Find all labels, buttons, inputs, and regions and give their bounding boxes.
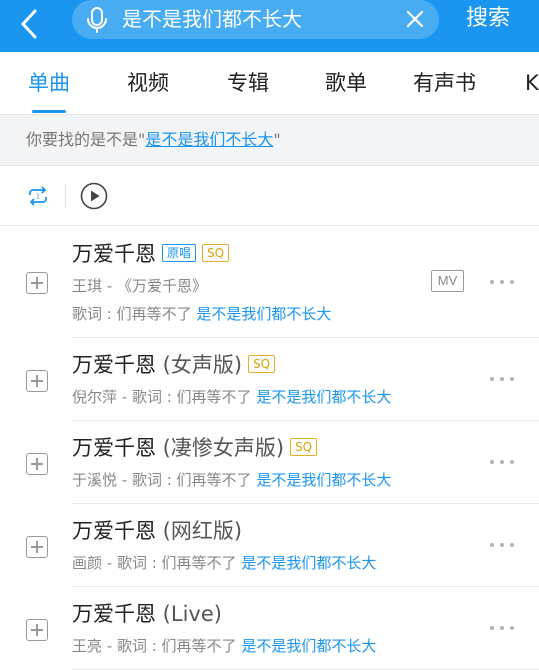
song-artist-album: 王琪 - 《万爱千恩》 — [72, 277, 207, 295]
song-row[interactable]: 万爱千恩 原唱 SQ 王琪 - 《万爱千恩》 歌词 : 们再等不了 是不是我们都不长大 M… — [0, 226, 539, 338]
add-to-playlist-icon[interactable] — [26, 370, 48, 392]
song-artist-lyric: 画颜 - 歌词 : 们再等不了 是不是我们都不长大 — [72, 553, 376, 573]
top-bar: 是不是我们都不长大 搜索 — [0, 0, 539, 52]
song-title-line: 万爱千恩 (凄惨女声版) SQ — [72, 434, 318, 464]
song-row[interactable]: 万爱千恩 (网红版) 画颜 - 歌词 : 们再等不了 是不是我们都不长大 — [0, 504, 539, 587]
tab-albums[interactable]: 专辑 — [227, 69, 269, 97]
microphone-icon[interactable] — [86, 7, 108, 33]
more-options-icon[interactable] — [490, 540, 516, 550]
song-title-line: 万爱千恩 原唱 SQ — [72, 240, 230, 270]
song-version: (女声版) — [156, 353, 243, 377]
active-tab-indicator — [32, 110, 66, 113]
lyric-highlight: 是不是我们都不长大 — [256, 388, 392, 406]
original-badge: 原唱 — [162, 244, 197, 262]
add-to-playlist-icon[interactable] — [26, 536, 48, 558]
search-button[interactable]: 搜索 — [466, 4, 510, 34]
loop-once-icon[interactable]: 1 — [26, 184, 50, 208]
song-title: 万爱千恩 — [72, 242, 156, 266]
artist-lyric-prefix: 于溪悦 - 歌词 : 们再等不了 — [72, 471, 257, 489]
back-arrow-icon[interactable] — [12, 6, 48, 42]
play-actions-row: 1 — [0, 166, 539, 226]
sq-quality-badge: SQ — [248, 355, 276, 373]
song-lyric-line: 歌词 : 们再等不了 是不是我们都不长大 — [72, 304, 331, 324]
song-title: 万爱千恩 — [72, 436, 156, 460]
song-title-line: 万爱千恩 (女声版) SQ — [72, 351, 276, 381]
artist-lyric-prefix: 倪尔萍 - 歌词 : 们再等不了 — [72, 388, 257, 406]
song-version: (网红版) — [156, 519, 243, 543]
song-title-line: 万爱千恩 (Live) — [72, 600, 222, 630]
song-title: 万爱千恩 — [72, 519, 156, 543]
search-box[interactable]: 是不是我们都不长大 — [72, 0, 439, 39]
song-version: (Live) — [156, 602, 222, 626]
add-to-playlist-icon[interactable] — [26, 453, 48, 475]
more-options-icon[interactable] — [490, 623, 516, 633]
lyric-highlight: 是不是我们都不长大 — [241, 554, 377, 572]
song-version: (凄惨女声版) — [156, 436, 285, 460]
tab-audiobooks[interactable]: 有声书 — [413, 69, 476, 97]
lyric-prefix: 歌词 : 们再等不了 — [72, 305, 197, 323]
song-artist-lyric: 王亮 - 歌词 : 们再等不了 是不是我们都不长大 — [72, 636, 376, 656]
artist-lyric-prefix: 王亮 - 歌词 : 们再等不了 — [72, 637, 242, 655]
song-artist-lyric: 倪尔萍 - 歌词 : 们再等不了 是不是我们都不长大 — [72, 387, 391, 407]
add-to-playlist-icon[interactable] — [26, 619, 48, 641]
tab-playlists[interactable]: 歌单 — [325, 69, 367, 97]
did-you-mean-suffix: " — [273, 130, 281, 149]
did-you-mean-prefix: 你要找的是不是" — [26, 130, 146, 149]
action-divider — [65, 184, 66, 208]
did-you-mean-bar: 你要找的是不是"是不是我们不长大" — [0, 114, 539, 166]
lyric-highlight: 是不是我们都不长大 — [241, 637, 377, 655]
play-all-icon[interactable] — [80, 182, 108, 210]
sq-quality-badge: SQ — [290, 438, 318, 456]
add-to-playlist-icon[interactable] — [26, 272, 48, 294]
tab-songs[interactable]: 单曲 — [28, 69, 70, 97]
sq-quality-badge: SQ — [202, 244, 230, 262]
song-artist-lyric: 于溪悦 - 歌词 : 们再等不了 是不是我们都不长大 — [72, 470, 391, 490]
did-you-mean-text: 你要找的是不是"是不是我们不长大" — [26, 129, 281, 151]
more-options-icon[interactable] — [490, 457, 516, 467]
song-title: 万爱千恩 — [72, 353, 156, 377]
search-input[interactable]: 是不是我们都不长大 — [122, 5, 302, 33]
more-options-icon[interactable] — [490, 277, 516, 287]
clear-icon[interactable] — [405, 9, 425, 29]
category-tabs: 单曲 视频 专辑 歌单 有声书 K — [0, 52, 539, 114]
song-row[interactable]: 万爱千恩 (女声版) SQ 倪尔萍 - 歌词 : 们再等不了 是不是我们都不长大 — [0, 338, 539, 421]
did-you-mean-link[interactable]: 是不是我们不长大 — [145, 130, 273, 149]
song-row[interactable]: 万爱千恩 (凄惨女声版) SQ 于溪悦 - 歌词 : 们再等不了 是不是我们都不长大 — [0, 421, 539, 504]
svg-text:1: 1 — [36, 194, 40, 201]
song-title: 万爱千恩 — [72, 602, 156, 626]
song-title-line: 万爱千恩 (网红版) — [72, 517, 242, 547]
lyric-highlight: 是不是我们都不长大 — [256, 471, 392, 489]
tab-videos[interactable]: 视频 — [127, 69, 169, 97]
lyric-highlight: 是不是我们都不长大 — [196, 305, 332, 323]
tab-karaoke[interactable]: K — [525, 69, 539, 97]
more-options-icon[interactable] — [490, 374, 516, 384]
mv-button[interactable]: MV — [431, 270, 464, 292]
artist-lyric-prefix: 画颜 - 歌词 : 们再等不了 — [72, 554, 242, 572]
